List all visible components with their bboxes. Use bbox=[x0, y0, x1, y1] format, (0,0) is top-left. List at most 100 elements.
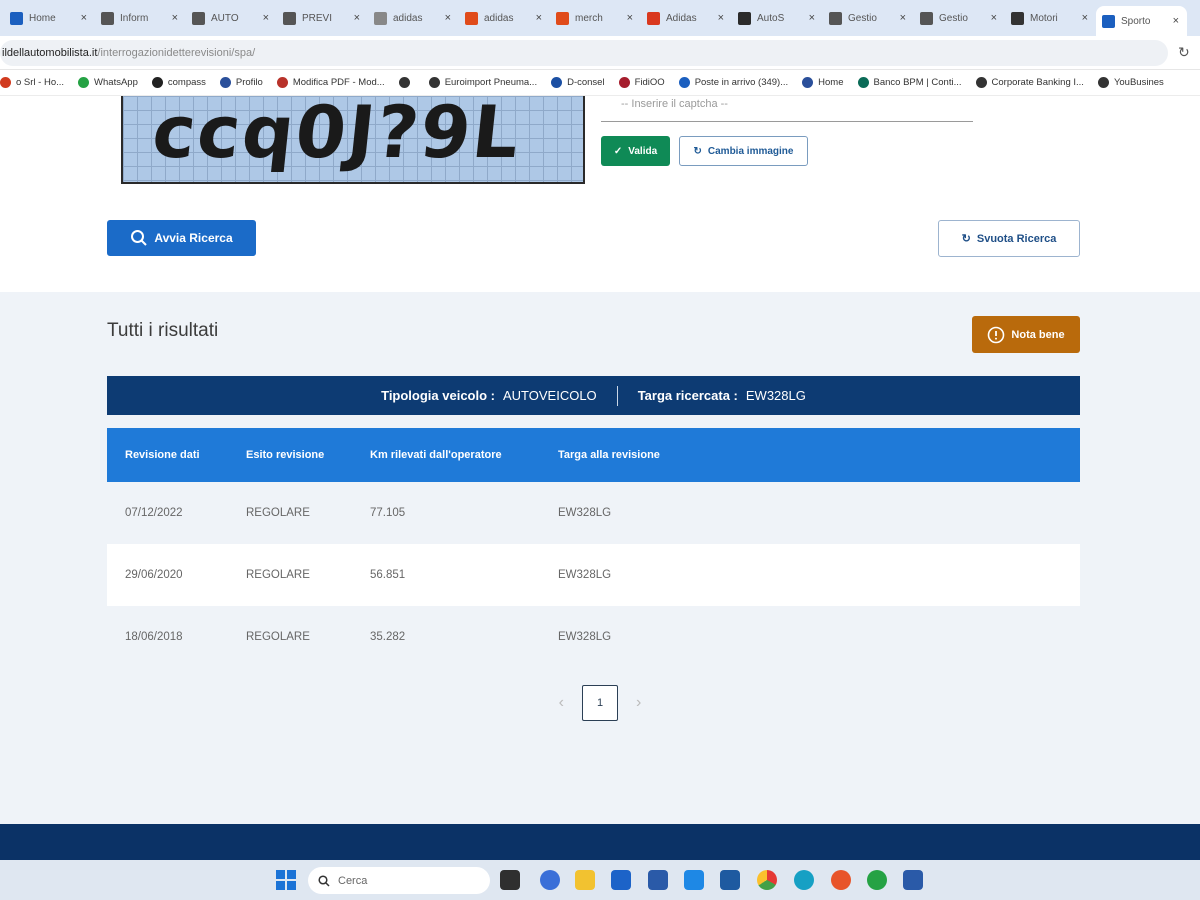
avvia-label: Avvia Ricerca bbox=[154, 231, 233, 245]
chrome-icon[interactable] bbox=[757, 870, 777, 890]
chevron-right-icon[interactable]: › bbox=[636, 694, 641, 712]
info-icon bbox=[988, 326, 1005, 343]
url-host: ildellautomobilista.it bbox=[2, 46, 98, 59]
browser-tab-bar: Home × Inform × AUTO × PREVI × adidas × adidas × mer… bbox=[0, 0, 1200, 36]
chevron-left-icon[interactable]: ‹ bbox=[559, 694, 564, 712]
close-icon[interactable]: × bbox=[81, 12, 87, 24]
close-icon[interactable]: × bbox=[536, 12, 542, 24]
close-icon[interactable]: × bbox=[1173, 15, 1179, 27]
close-icon[interactable]: × bbox=[991, 12, 997, 24]
browser-tab[interactable]: Motori × bbox=[1005, 4, 1096, 32]
close-icon[interactable]: × bbox=[718, 12, 724, 24]
browser-tab[interactable]: PREVI × bbox=[277, 4, 368, 32]
widgets-icon[interactable] bbox=[540, 870, 560, 890]
file-explorer-icon[interactable] bbox=[575, 870, 595, 890]
close-icon[interactable]: × bbox=[172, 12, 178, 24]
close-icon[interactable]: × bbox=[354, 12, 360, 24]
nota-bene-button[interactable]: Nota bene bbox=[972, 316, 1080, 353]
cell-esito: REGOLARE bbox=[246, 507, 310, 519]
tab-favicon-icon bbox=[920, 11, 933, 25]
tab-favicon-icon bbox=[283, 11, 296, 25]
bookmark-label: o Srl - Ho... bbox=[16, 77, 65, 88]
cell-esito: REGOLARE bbox=[246, 631, 310, 643]
cell-date: 18/06/2018 bbox=[125, 631, 183, 643]
bookmark-item[interactable]: Euroimport Pneuma... bbox=[428, 77, 538, 88]
app-icon[interactable] bbox=[903, 870, 923, 890]
bookmark-item[interactable]: Modifica PDF - Mod... bbox=[276, 77, 385, 88]
table-row: 29/06/2020 REGOLARE 56.851 EW328LG bbox=[107, 544, 1080, 606]
close-icon[interactable]: × bbox=[900, 12, 906, 24]
url-field[interactable]: ildellautomobilista.it/interrogazionidet… bbox=[0, 39, 1168, 66]
avvia-ricerca-button[interactable]: Avvia Ricerca bbox=[107, 220, 256, 256]
browser-tab[interactable]: adidas × bbox=[459, 4, 550, 32]
bookmark-item[interactable]: FidiOO bbox=[618, 77, 665, 88]
browser-tab[interactable]: AUTO × bbox=[186, 4, 277, 32]
search-icon bbox=[131, 230, 148, 246]
cell-esito: REGOLARE bbox=[246, 569, 310, 581]
bookmark-item[interactable]: Corporate Banking I... bbox=[975, 77, 1084, 88]
tab-label: Adidas bbox=[666, 12, 697, 24]
close-icon[interactable]: × bbox=[263, 12, 269, 24]
table-row: 18/06/2018 REGOLARE 35.282 EW328LG bbox=[107, 606, 1080, 668]
search-icon bbox=[318, 874, 330, 887]
close-icon[interactable]: × bbox=[1082, 12, 1088, 24]
close-icon[interactable]: × bbox=[809, 12, 815, 24]
tab-label: adidas bbox=[393, 12, 423, 24]
bookmark-item[interactable]: Home bbox=[802, 77, 844, 88]
close-icon[interactable]: × bbox=[627, 12, 633, 24]
whatsapp-icon[interactable] bbox=[867, 870, 887, 890]
bookmark-item[interactable]: Poste in arrivo (349)... bbox=[678, 77, 788, 88]
bookmark-item[interactable]: Banco BPM | Conti... bbox=[857, 77, 962, 88]
task-view-icon[interactable] bbox=[500, 870, 520, 890]
bookmark-favicon-icon bbox=[428, 77, 440, 88]
outlook-icon[interactable] bbox=[611, 870, 631, 890]
reload-icon[interactable]: ↻ bbox=[1178, 44, 1190, 61]
column-header: Revisione dati bbox=[125, 449, 200, 461]
results-table: Revisione dati Esito revisione Km rileva… bbox=[107, 428, 1080, 668]
browser-tab[interactable]: merch × bbox=[550, 4, 641, 32]
browser-tab[interactable]: adidas × bbox=[368, 4, 459, 32]
tab-label: AUTO bbox=[211, 12, 239, 24]
cell-km: 77.105 bbox=[370, 507, 406, 519]
app-icon[interactable] bbox=[720, 870, 740, 890]
tab-label: Motori bbox=[1030, 12, 1058, 24]
taskbar-search[interactable]: Cerca bbox=[308, 867, 490, 894]
bookmark-favicon-icon bbox=[398, 77, 410, 88]
captcha-input[interactable]: -- Inserire il captcha -- bbox=[601, 96, 973, 122]
bookmark-label: Euroimport Pneuma... bbox=[444, 77, 538, 88]
browser-tab[interactable]: AutoS × bbox=[732, 4, 823, 32]
browser-tab[interactable]: Sporto × bbox=[1096, 6, 1187, 36]
valida-button[interactable]: ✓ Valida bbox=[601, 136, 670, 166]
bookmark-item[interactable]: YouBusines bbox=[1097, 77, 1164, 88]
pagination: ‹ 1 › bbox=[0, 685, 1200, 721]
svuota-ricerca-button[interactable]: ↻ Svuota Ricerca bbox=[938, 220, 1080, 257]
browser-tab[interactable]: Home × bbox=[4, 4, 95, 32]
page-button[interactable]: 1 bbox=[582, 685, 618, 721]
bookmark-item[interactable]: o Srl - Ho... bbox=[0, 77, 64, 88]
bookmark-item[interactable]: compass bbox=[151, 77, 206, 88]
tab-label: Inform bbox=[120, 12, 149, 24]
reset-icon: ↻ bbox=[961, 233, 971, 245]
edge-icon[interactable] bbox=[794, 870, 814, 890]
browser-tab[interactable]: Adidas × bbox=[641, 4, 732, 32]
app-icon[interactable] bbox=[684, 870, 704, 890]
windows-start-icon[interactable] bbox=[276, 870, 296, 890]
bookmark-item[interactable] bbox=[398, 77, 415, 88]
firefox-icon[interactable] bbox=[831, 870, 851, 890]
valida-label: Valida bbox=[628, 145, 658, 157]
browser-tab[interactable]: Gestio × bbox=[823, 4, 914, 32]
close-icon[interactable]: × bbox=[445, 12, 451, 24]
bookmark-item[interactable]: D-consel bbox=[551, 77, 605, 88]
bookmark-item[interactable]: WhatsApp bbox=[78, 77, 138, 88]
browser-tab[interactable]: Inform × bbox=[95, 4, 186, 32]
bookmark-favicon-icon bbox=[975, 77, 987, 88]
store-icon[interactable] bbox=[648, 870, 668, 890]
tab-favicon-icon bbox=[1102, 14, 1115, 28]
tab-label: Home bbox=[29, 12, 56, 24]
cambia-immagine-button[interactable]: ↻ Cambia immagine bbox=[679, 136, 808, 166]
bookmark-item[interactable]: Profilo bbox=[219, 77, 263, 88]
tab-label: adidas bbox=[484, 12, 514, 24]
windows-taskbar: Cerca bbox=[0, 860, 1200, 900]
cambia-label: Cambia immagine bbox=[707, 145, 794, 157]
browser-tab[interactable]: Gestio × bbox=[914, 4, 1005, 32]
